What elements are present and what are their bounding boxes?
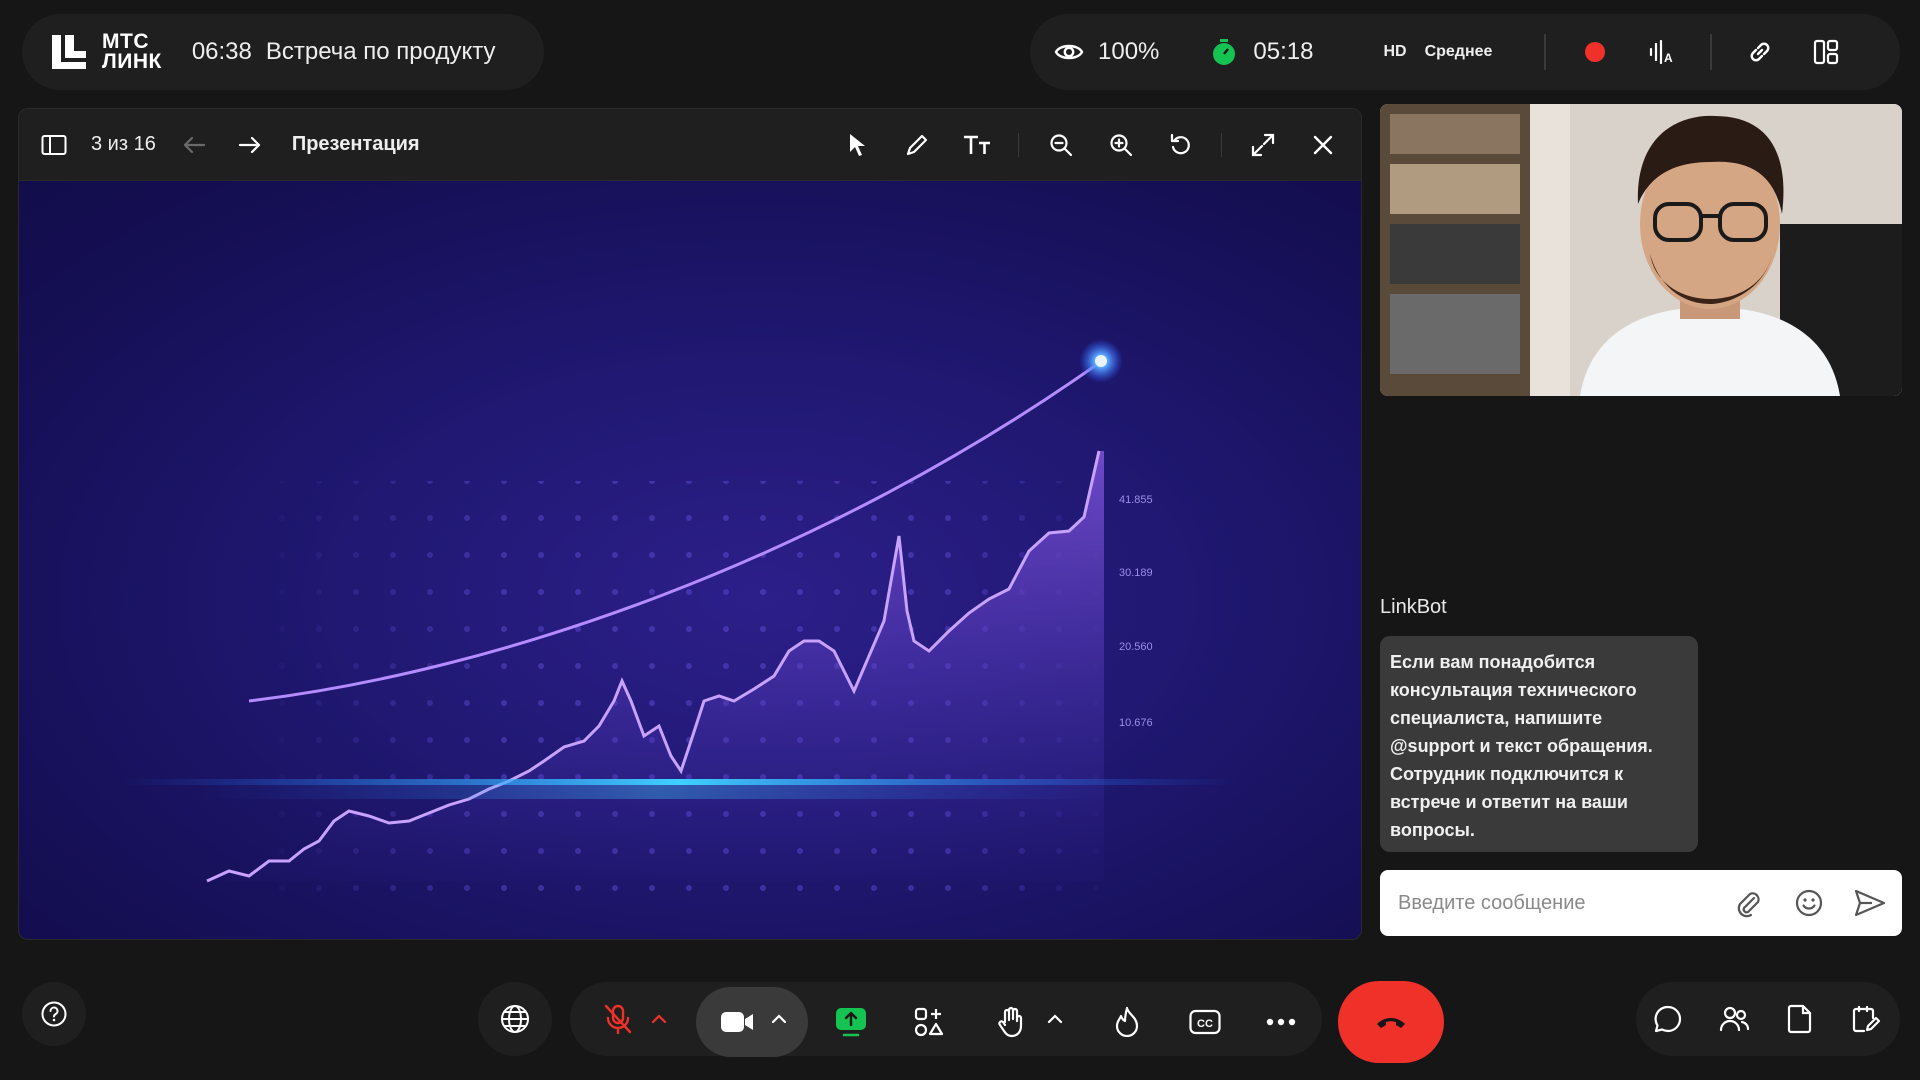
meeting-timer: 05:18 — [1253, 38, 1314, 65]
help-button[interactable] — [22, 982, 86, 1046]
camera-icon — [721, 1012, 753, 1032]
language-button[interactable] — [478, 982, 552, 1056]
meeting-info-bar: МТС ЛИНК 06:38 Встреча по продукту — [22, 14, 544, 90]
more-dots-icon — [1266, 1018, 1296, 1026]
expand-icon[interactable] — [1245, 127, 1281, 163]
camera-toggle-button[interactable] — [712, 994, 762, 1050]
slide-chart-graphic: 41.855 30.189 20.560 10.676 — [119, 339, 1239, 911]
divider — [1221, 133, 1222, 157]
chat-sender-name: LinkBot — [1380, 596, 1447, 618]
sidebar-toggle-icon[interactable] — [41, 134, 67, 156]
close-icon[interactable] — [1305, 127, 1341, 163]
record-indicator-icon[interactable] — [1584, 41, 1606, 63]
reaction-button[interactable] — [1102, 994, 1152, 1050]
svg-text:CC: CC — [1197, 1018, 1213, 1030]
timer-icon — [1211, 38, 1237, 66]
zoom-in-icon[interactable] — [1103, 127, 1139, 163]
svg-text:A: A — [1664, 51, 1673, 65]
eye-icon — [1054, 41, 1084, 63]
captions-button[interactable]: CC — [1180, 994, 1230, 1050]
file-icon — [1787, 1004, 1812, 1034]
link-icon[interactable] — [1746, 38, 1774, 66]
brand-name: МТС ЛИНК — [102, 30, 162, 73]
globe-icon — [501, 1005, 529, 1033]
quality-hd-label[interactable]: HD — [1383, 43, 1406, 61]
pencil-tool-icon[interactable] — [899, 127, 935, 163]
quality-level-label[interactable]: Среднее — [1425, 43, 1493, 61]
screen-share-icon — [836, 1008, 866, 1037]
participant-video-frame — [1380, 104, 1902, 396]
mic-options-button[interactable] — [644, 1004, 674, 1034]
notes-panel-button[interactable] — [1844, 994, 1888, 1044]
chat-message-bubble: Если вам понадобится консультация технич… — [1380, 636, 1698, 852]
viewers-percent: 100% — [1098, 38, 1160, 65]
slide-value-label: 41.855 — [1119, 494, 1153, 506]
presentation-title: Презентация — [291, 133, 420, 155]
page-counter: 3 из 16 — [91, 133, 156, 155]
divider — [1544, 34, 1547, 70]
chat-bubble-icon — [1654, 1005, 1682, 1033]
slide-value-label: 10.676 — [1119, 717, 1153, 729]
closed-captions-icon: CC — [1189, 1009, 1221, 1035]
phone-hangup-icon — [1377, 1018, 1405, 1028]
more-options-button[interactable] — [1256, 994, 1306, 1050]
zoom-out-icon[interactable] — [1043, 127, 1079, 163]
chat-message-input[interactable] — [1398, 891, 1728, 915]
attach-icon[interactable] — [1734, 890, 1762, 918]
screen-share-button[interactable] — [826, 994, 876, 1050]
participants-icon — [1719, 1006, 1750, 1032]
prev-slide-arrow-icon[interactable] — [182, 135, 206, 155]
send-icon[interactable] — [1854, 888, 1886, 918]
slide-value-label: 20.560 — [1119, 641, 1153, 653]
chevron-up-icon — [1047, 1014, 1063, 1024]
chevron-up-icon — [651, 1014, 667, 1024]
chevron-up-icon — [771, 1014, 787, 1024]
slide-value-label: 30.189 — [1119, 567, 1153, 579]
camera-options-button[interactable] — [764, 1004, 794, 1034]
brand-line-2: ЛИНК — [102, 50, 162, 73]
participants-panel-button[interactable] — [1712, 994, 1756, 1044]
apps-button[interactable] — [904, 994, 954, 1050]
files-panel-button[interactable] — [1778, 994, 1822, 1044]
hand-icon — [998, 1006, 1023, 1038]
audio-level-icon[interactable]: A — [1648, 38, 1676, 66]
help-icon — [41, 1001, 67, 1027]
pointer-tool-icon[interactable] — [839, 127, 875, 163]
next-slide-arrow-icon[interactable] — [238, 135, 262, 155]
reactions-options-button[interactable] — [1040, 1004, 1070, 1034]
meeting-time: 06:38 — [191, 38, 252, 65]
raise-hand-button[interactable] — [986, 994, 1036, 1050]
divider — [1018, 133, 1019, 157]
emoji-icon[interactable] — [1794, 888, 1824, 918]
brand-line-1: МТС — [102, 30, 149, 53]
chat-panel-button[interactable] — [1646, 994, 1690, 1044]
participant-video[interactable] — [1380, 104, 1902, 396]
meeting-status-bar: 100% 05:18 HD Среднее A — [1030, 14, 1900, 90]
presentation-panel: 3 из 16 Презентация 41.855 30.189 20.560… — [18, 108, 1362, 940]
apps-icon — [914, 1007, 944, 1037]
divider — [1710, 34, 1713, 70]
chat-input-box — [1380, 870, 1902, 936]
notes-edit-icon — [1852, 1005, 1881, 1033]
presentation-slide: 41.855 30.189 20.560 10.676 — [19, 181, 1361, 939]
mts-link-logo — [50, 33, 88, 71]
presentation-toolbar: 3 из 16 Презентация — [19, 109, 1361, 181]
text-tool-icon[interactable] — [959, 127, 995, 163]
hang-up-button[interactable] — [1338, 981, 1444, 1063]
layout-icon[interactable] — [1812, 38, 1840, 66]
rotate-icon[interactable] — [1163, 127, 1199, 163]
mic-off-icon — [604, 1004, 632, 1035]
mic-toggle-button[interactable] — [596, 990, 640, 1048]
flame-icon — [1115, 1006, 1139, 1038]
meeting-title: Встреча по продукту — [265, 38, 496, 65]
